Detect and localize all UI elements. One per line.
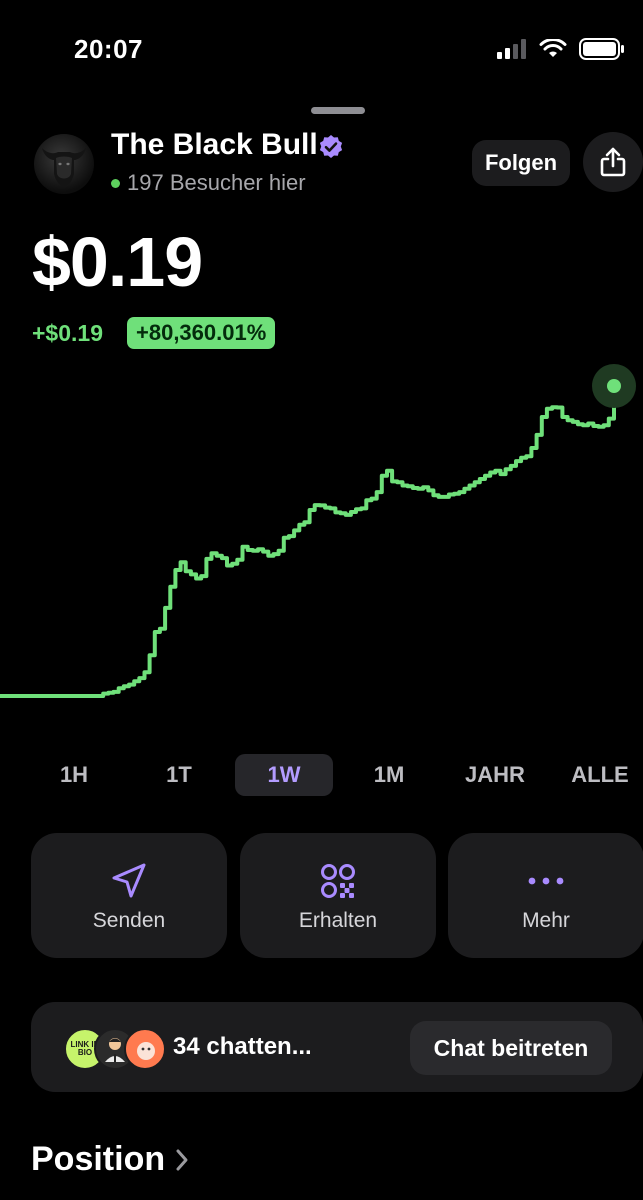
price-change-absolute: +$0.19 xyxy=(32,320,103,346)
join-chat-button[interactable]: Chat beitreten xyxy=(410,1021,612,1075)
verified-badge-icon xyxy=(319,135,343,158)
cartoon-avatar-icon xyxy=(137,1042,155,1060)
time-range-1t[interactable]: 1T xyxy=(139,754,219,796)
price-chart[interactable] xyxy=(0,350,643,730)
visitor-count-text: 197 Besucher hier xyxy=(127,170,306,195)
latest-point-marker xyxy=(607,379,621,393)
token-name: The Black Bull xyxy=(111,128,318,161)
chat-participants: LINK IN BIO xyxy=(64,1028,166,1070)
cellular-signal-icon xyxy=(497,39,526,59)
share-icon xyxy=(600,147,626,177)
more-label: Mehr xyxy=(522,909,570,932)
share-button[interactable] xyxy=(583,132,643,192)
wifi-icon xyxy=(539,39,567,57)
visitor-count: 197 Besucher hier xyxy=(111,170,306,196)
status-icons xyxy=(497,38,625,60)
status-time: 20:07 xyxy=(74,34,143,64)
token-avatar xyxy=(34,134,94,194)
bull-image xyxy=(42,148,86,186)
position-section-header[interactable]: Position xyxy=(31,1140,189,1179)
time-range-jahr[interactable]: JAHR xyxy=(455,754,535,796)
more-dots-icon xyxy=(528,877,564,885)
qr-code-icon xyxy=(321,864,355,898)
online-dot-icon xyxy=(111,178,120,188)
time-range-1m[interactable]: 1M xyxy=(349,754,429,796)
receive-button[interactable]: Erhalten xyxy=(240,833,436,958)
price-change-percent-badge: +80,360.01% xyxy=(127,317,276,349)
price-line xyxy=(0,386,616,698)
chevron-right-icon xyxy=(176,1149,188,1170)
follow-button[interactable]: Folgen xyxy=(472,140,570,186)
sheet-grabber[interactable] xyxy=(311,107,365,114)
chat-avatar-cartoon xyxy=(124,1028,166,1070)
chat-count: 34 chatten... xyxy=(173,1033,312,1060)
more-button[interactable]: Mehr xyxy=(448,833,643,958)
send-label: Senden xyxy=(92,909,166,932)
token-price: $0.19 xyxy=(32,223,203,301)
time-range-1h[interactable]: 1H xyxy=(34,754,114,796)
time-range-selector: 1H 1T 1W 1M JAHR ALLE xyxy=(20,754,643,796)
receive-label: Erhalten xyxy=(298,909,378,932)
time-range-1w[interactable]: 1W xyxy=(235,754,333,796)
send-arrow-icon xyxy=(112,863,146,898)
position-title: Position xyxy=(31,1140,166,1178)
time-range-alle[interactable]: ALLE xyxy=(560,754,640,796)
send-button[interactable]: Senden xyxy=(31,833,227,958)
battery-icon xyxy=(579,38,624,60)
